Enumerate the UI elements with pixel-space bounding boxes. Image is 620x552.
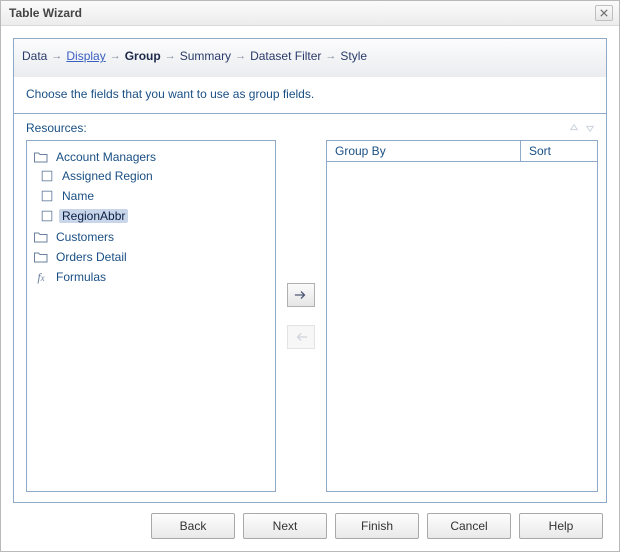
button-row: Back Next Finish Cancel Help (13, 503, 607, 541)
tree-node[interactable]: Name (39, 187, 275, 205)
field-icon (39, 208, 55, 224)
fx-icon: fx (33, 269, 49, 285)
tree-node[interactable]: Assigned Region (39, 167, 275, 185)
arrow-up-icon (569, 123, 579, 133)
folder-icon (33, 229, 49, 245)
tree-node-label: RegionAbbr (59, 209, 128, 223)
breadcrumb-step-dataset-filter[interactable]: Dataset Filter (250, 49, 321, 63)
close-icon (600, 9, 608, 17)
tree-node[interactable]: Account Managers (33, 148, 275, 166)
arrow-right-icon (294, 289, 308, 301)
breadcrumb-step-group[interactable]: Group (125, 49, 161, 63)
wizard-window: Table Wizard Data → Display → Group → Summary →… (0, 0, 620, 552)
breadcrumb-arrow-icon: → (235, 50, 246, 62)
move-up-button[interactable] (566, 120, 582, 136)
resource-tree[interactable]: Account Managers Assigned Region Name Regio… (26, 140, 276, 492)
arrow-left-icon (294, 331, 308, 343)
resources-label: Resources: (26, 121, 87, 135)
col-header-sort[interactable]: Sort (521, 141, 597, 161)
breadcrumb-arrow-icon: → (110, 50, 121, 62)
add-button[interactable] (287, 283, 315, 307)
table-header: Group By Sort (327, 141, 597, 162)
folder-icon (33, 249, 49, 265)
col-header-groupby[interactable]: Group By (327, 141, 521, 161)
breadcrumb-step-data[interactable]: Data (22, 49, 47, 63)
tree-node-label: Assigned Region (59, 169, 156, 183)
close-button[interactable] (595, 5, 613, 21)
breadcrumb-step-summary[interactable]: Summary (180, 49, 231, 63)
breadcrumb-arrow-icon: → (165, 50, 176, 62)
folder-open-icon (33, 149, 49, 165)
breadcrumb-step-style[interactable]: Style (340, 49, 367, 63)
move-down-button[interactable] (582, 120, 598, 136)
back-button[interactable]: Back (151, 513, 235, 539)
tree-node[interactable]: Customers (33, 228, 275, 246)
breadcrumb: Data → Display → Group → Summary → Dataset Filte… (14, 39, 606, 77)
tree-node[interactable]: Orders Detail (33, 248, 275, 266)
field-icon (39, 188, 55, 204)
groupby-table[interactable]: Group By Sort (326, 140, 598, 492)
wizard-panel: Data → Display → Group → Summary → Dataset Filte… (13, 38, 607, 503)
tree-node-label: Account Managers (53, 150, 159, 164)
tree-node-label: Name (59, 189, 97, 203)
breadcrumb-step-display[interactable]: Display (66, 49, 105, 63)
remove-button[interactable] (287, 325, 315, 349)
arrow-down-icon (585, 123, 595, 133)
breadcrumb-arrow-icon: → (325, 50, 336, 62)
titlebar: Table Wizard (1, 1, 619, 26)
resources-header: Resources: (14, 114, 606, 140)
tree-node-label: Formulas (53, 270, 109, 284)
next-button[interactable]: Next (243, 513, 327, 539)
window-title: Table Wizard (9, 6, 82, 20)
transfer-buttons (286, 140, 316, 492)
tree-node[interactable]: RegionAbbr (39, 207, 275, 225)
tree-node-label: Orders Detail (53, 250, 130, 264)
help-button[interactable]: Help (519, 513, 603, 539)
instruction-text: Choose the fields that you want to use a… (14, 77, 606, 111)
content-row: Account Managers Assigned Region Name Regio… (14, 140, 606, 502)
finish-button[interactable]: Finish (335, 513, 419, 539)
cancel-button[interactable]: Cancel (427, 513, 511, 539)
breadcrumb-arrow-icon: → (51, 50, 62, 62)
field-icon (39, 168, 55, 184)
tree-node[interactable]: fx Formulas (33, 268, 275, 286)
tree-node-label: Customers (53, 230, 117, 244)
